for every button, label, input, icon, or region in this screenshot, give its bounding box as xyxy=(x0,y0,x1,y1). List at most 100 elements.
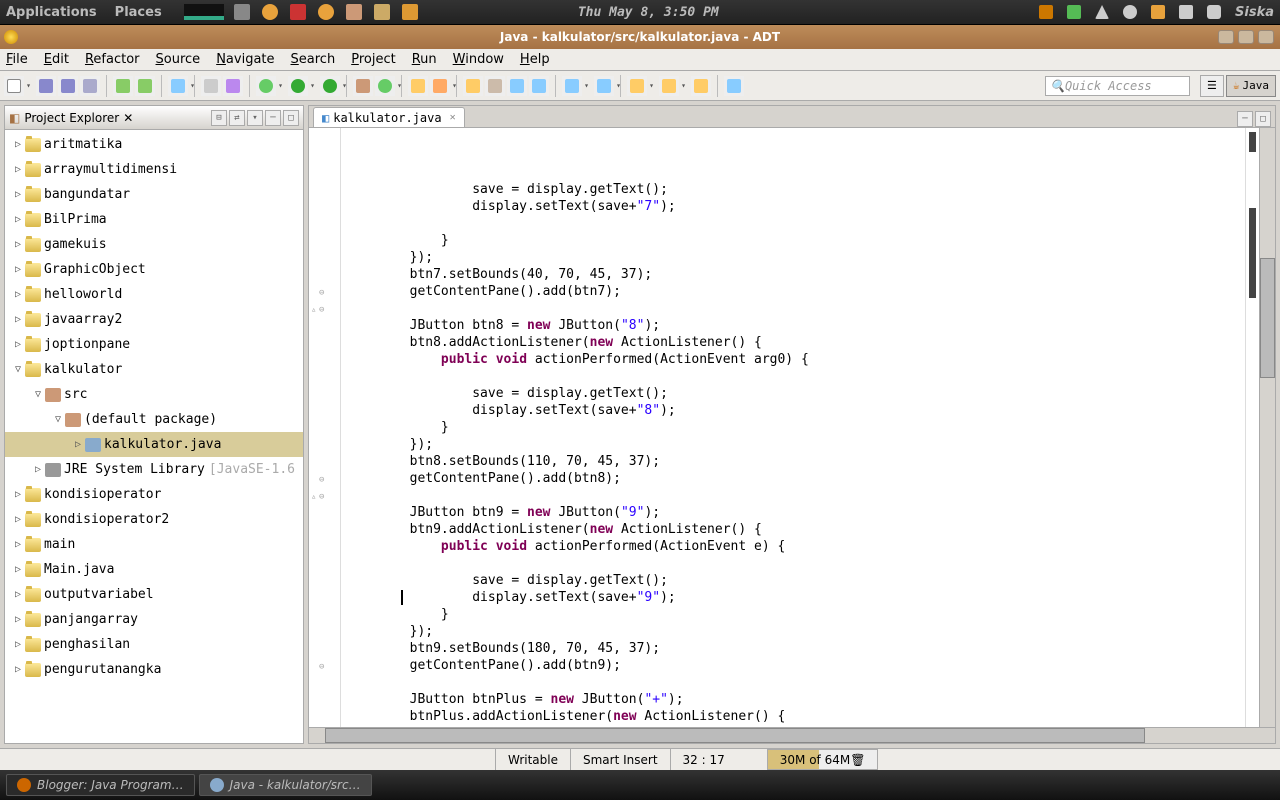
tree-node[interactable]: ▷GraphicObject xyxy=(5,257,303,282)
menu-help[interactable]: Help xyxy=(520,52,550,67)
java-perspective-button[interactable]: ☕Java xyxy=(1226,75,1276,97)
os-clock[interactable]: Thu May 8, 3:50 PM xyxy=(578,5,719,20)
os-username[interactable]: Siska xyxy=(1235,5,1274,20)
tree-node[interactable]: ▷penghasilan xyxy=(5,632,303,657)
tool-button[interactable] xyxy=(691,76,711,96)
network-icon[interactable] xyxy=(1123,5,1137,19)
maximize-view-button[interactable]: □ xyxy=(283,110,299,126)
tray-app-icon[interactable] xyxy=(346,4,362,20)
tray-app-icon[interactable] xyxy=(374,4,390,20)
menu-window[interactable]: Window xyxy=(453,52,504,67)
os-applications-menu[interactable]: Applications xyxy=(6,5,97,20)
overview-ruler[interactable] xyxy=(1245,128,1259,727)
tool-button[interactable] xyxy=(724,76,744,96)
tree-node[interactable]: ▷gamekuis xyxy=(5,232,303,257)
new-class-button[interactable] xyxy=(375,76,395,96)
tool-button[interactable] xyxy=(168,76,188,96)
code-editor[interactable]: save = display.getText(); display.setTex… xyxy=(341,128,1245,727)
tree-node[interactable]: ▷joptionpane xyxy=(5,332,303,357)
quick-access-input[interactable]: 🔍 Quick Access xyxy=(1045,76,1190,96)
system-monitor-icon[interactable] xyxy=(184,4,224,20)
menu-source[interactable]: Source xyxy=(156,52,201,67)
tree-node[interactable]: ▷Main.java xyxy=(5,557,303,582)
os-places-menu[interactable]: Places xyxy=(115,5,162,20)
tree-node[interactable]: ▷pengurutanangka xyxy=(5,657,303,682)
tree-node[interactable]: ▷aritmatika xyxy=(5,132,303,157)
nav-back-button[interactable] xyxy=(627,76,647,96)
open-perspective-button[interactable]: ☰ xyxy=(1200,75,1224,97)
tree-node[interactable]: ▷kondisioperator2 xyxy=(5,507,303,532)
run-button[interactable] xyxy=(288,76,308,96)
tool-button[interactable] xyxy=(594,76,614,96)
heap-status[interactable]: 30M of 64M 🗑 xyxy=(767,749,879,770)
tree-node[interactable]: ▷bangundatar xyxy=(5,182,303,207)
wifi-icon[interactable] xyxy=(1179,5,1193,19)
editor-hscrollbar[interactable] xyxy=(309,727,1275,743)
tree-node[interactable]: ▽src xyxy=(5,382,303,407)
chat-icon[interactable] xyxy=(1207,5,1221,19)
print-button[interactable] xyxy=(80,76,100,96)
tray-app-icon[interactable] xyxy=(262,4,278,20)
tree-node[interactable]: ▷main xyxy=(5,532,303,557)
taskbar-item[interactable]: Java - kalkulator/src… xyxy=(199,774,372,796)
menu-edit[interactable]: Edit xyxy=(44,52,69,67)
tool-button[interactable] xyxy=(507,76,527,96)
tree-node[interactable]: ▷kalkulator.java xyxy=(5,432,303,457)
tree-node[interactable]: ▷BilPrima xyxy=(5,207,303,232)
open-type-button[interactable] xyxy=(408,76,428,96)
link-editor-button[interactable]: ⇄ xyxy=(229,110,245,126)
close-tab-icon[interactable]: ✕ xyxy=(450,112,456,123)
tool-button[interactable] xyxy=(529,76,549,96)
save-button[interactable] xyxy=(36,76,56,96)
tray-status-icon[interactable] xyxy=(1151,5,1165,19)
tree-node[interactable]: ▷outputvariabel xyxy=(5,582,303,607)
menu-search[interactable]: Search xyxy=(291,52,336,67)
tool-button[interactable] xyxy=(485,76,505,96)
search-button[interactable] xyxy=(463,76,483,96)
tool-button[interactable] xyxy=(562,76,582,96)
taskbar-item[interactable]: Blogger: Java Program… xyxy=(6,774,195,796)
tool-button[interactable] xyxy=(135,76,155,96)
debug-button[interactable] xyxy=(256,76,276,96)
menu-project[interactable]: Project xyxy=(351,52,396,67)
tray-app-icon[interactable] xyxy=(290,4,306,20)
tree-node[interactable]: ▷helloworld xyxy=(5,282,303,307)
window-minimize-button[interactable] xyxy=(1218,30,1234,44)
collapse-all-button[interactable]: ⊟ xyxy=(211,110,227,126)
tray-status-icon[interactable] xyxy=(1039,5,1053,19)
nav-forward-button[interactable] xyxy=(659,76,679,96)
tree-node[interactable]: ▷kondisioperator xyxy=(5,482,303,507)
menu-refactor[interactable]: Refactor xyxy=(85,52,140,67)
new-package-button[interactable] xyxy=(353,76,373,96)
tray-app-icon[interactable] xyxy=(234,4,250,20)
new-button[interactable] xyxy=(4,76,24,96)
view-menu-button[interactable]: ▾ xyxy=(247,110,263,126)
window-titlebar[interactable]: Java - kalkulator/src/kalkulator.java - … xyxy=(0,25,1280,49)
tray-status-icon[interactable] xyxy=(1067,5,1081,19)
run-last-button[interactable] xyxy=(320,76,340,96)
editor-gutter[interactable]: ⊖ ▵ ⊖ ⊖ ▵ ⊖ ⊖ xyxy=(309,128,341,727)
menu-file[interactable]: File xyxy=(6,52,28,67)
editor-tab[interactable]: ◧ kalkulator.java ✕ xyxy=(313,107,465,127)
tool-button[interactable] xyxy=(113,76,133,96)
tree-node[interactable]: ▽kalkulator xyxy=(5,357,303,382)
tool-button[interactable] xyxy=(430,76,450,96)
tree-node[interactable]: ▷javaarray2 xyxy=(5,307,303,332)
minimize-view-button[interactable]: ─ xyxy=(265,110,281,126)
menu-run[interactable]: Run xyxy=(412,52,437,67)
tool-button[interactable] xyxy=(201,76,221,96)
tray-app-icon[interactable] xyxy=(402,4,418,20)
maximize-editor-button[interactable]: □ xyxy=(1255,111,1271,127)
window-close-button[interactable] xyxy=(1258,30,1274,44)
menu-navigate[interactable]: Navigate xyxy=(216,52,274,67)
tree-node[interactable]: ▽(default package) xyxy=(5,407,303,432)
editor-vscrollbar[interactable] xyxy=(1259,128,1275,727)
tree-node[interactable]: ▷panjangarray xyxy=(5,607,303,632)
tool-button[interactable] xyxy=(223,76,243,96)
tray-app-icon[interactable] xyxy=(318,4,334,20)
tree-node[interactable]: ▷arraymultidimensi xyxy=(5,157,303,182)
volume-icon[interactable] xyxy=(1095,5,1109,19)
tree-node[interactable]: ▷JRE System Library[JavaSE-1.6 xyxy=(5,457,303,482)
save-all-button[interactable] xyxy=(58,76,78,96)
project-tree[interactable]: ▷aritmatika▷arraymultidimensi▷bangundata… xyxy=(5,130,303,743)
